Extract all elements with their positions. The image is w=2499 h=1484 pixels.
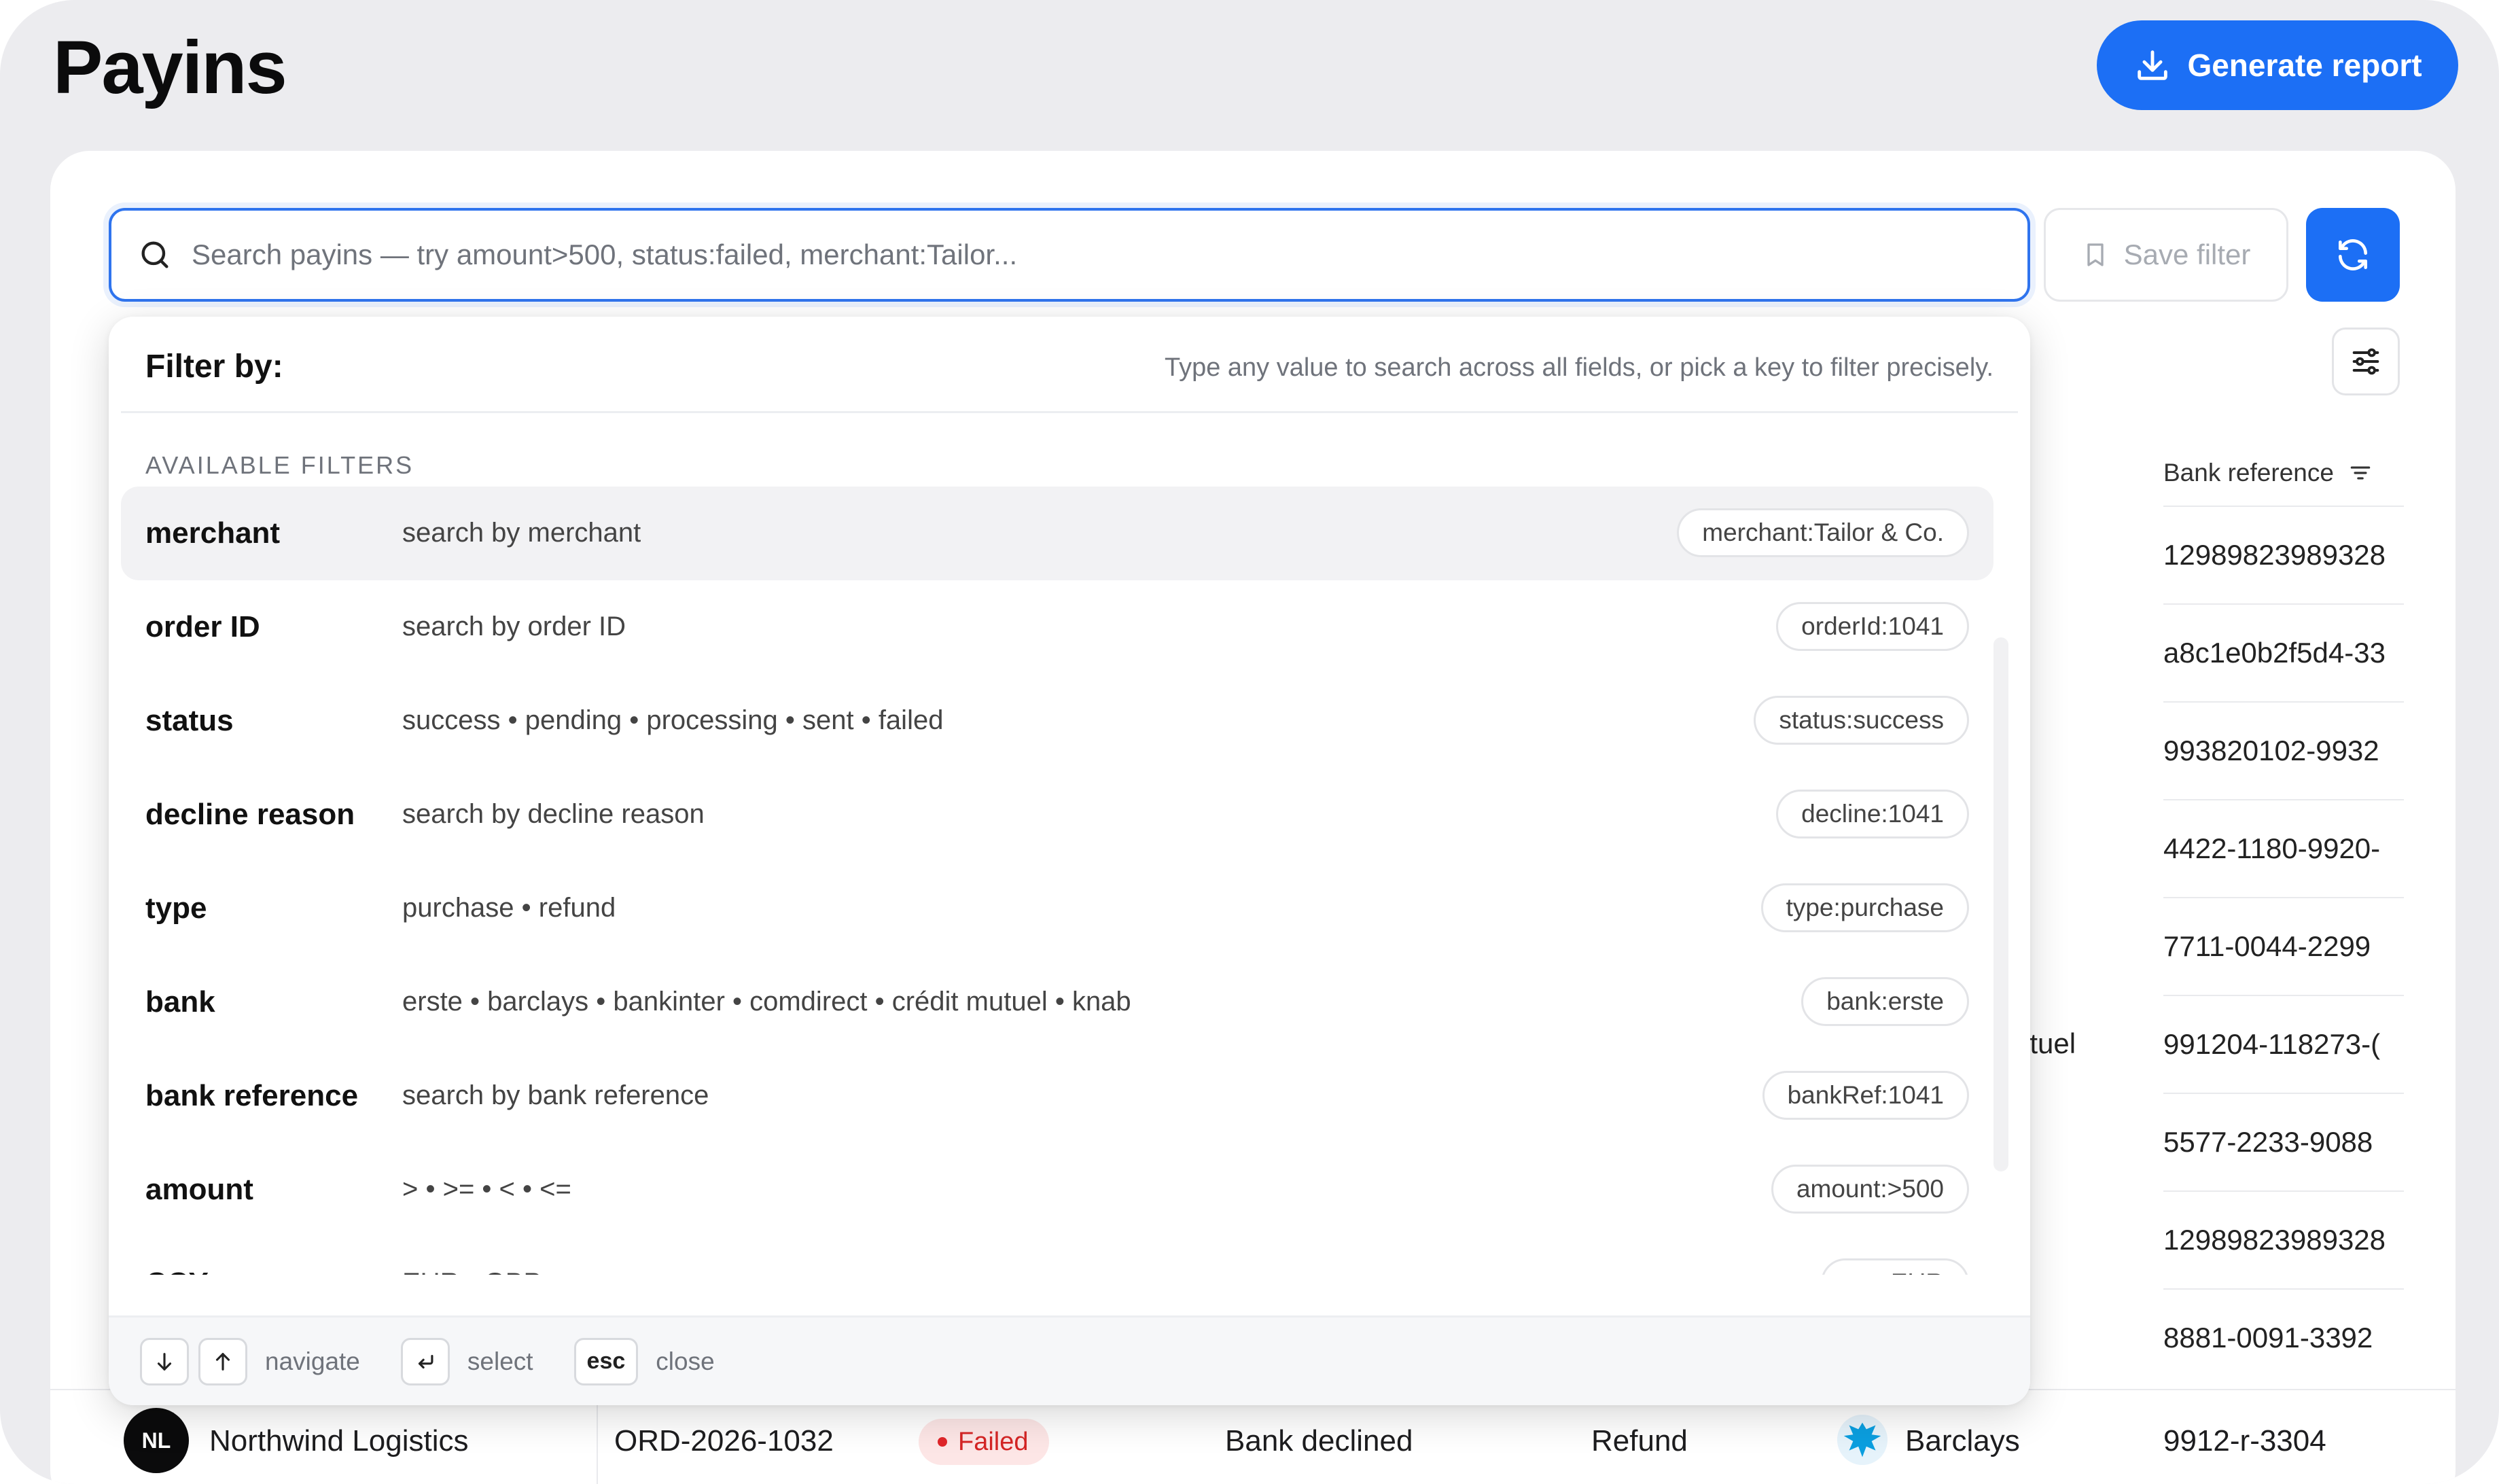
- filter-list: merchant search by merchant merchant:Tai…: [121, 487, 1993, 1275]
- search-box[interactable]: [109, 208, 2030, 302]
- filter-description: search by bank reference: [402, 1080, 709, 1110]
- filter-key: bank: [145, 985, 215, 1019]
- filter-key: type: [145, 891, 207, 925]
- filter-key: order ID: [145, 610, 260, 643]
- bank-reference-column: 12989823989328 a8c1e0b2f5d4-33 993820102…: [2163, 506, 2404, 1386]
- dropdown-title: Filter by:: [145, 349, 283, 385]
- filter-key: merchant: [145, 516, 281, 550]
- filter-option-amount[interactable]: amount > • >= • < • <= amount:>500: [121, 1143, 1993, 1237]
- filter-example-chip[interactable]: orderId:1041: [1776, 602, 1969, 651]
- avatar: NL: [124, 1408, 189, 1473]
- bank-reference-column-header[interactable]: Bank reference: [2163, 444, 2401, 501]
- filter-key: amount: [145, 1173, 253, 1206]
- filter-option-bank-reference[interactable]: bank reference search by bank reference …: [121, 1049, 1993, 1143]
- status-label: Failed: [958, 1427, 1029, 1456]
- refresh-button[interactable]: [2306, 208, 2400, 302]
- esc-key: esc: [573, 1337, 639, 1385]
- filter-example-chip[interactable]: decline:1041: [1776, 790, 1969, 838]
- payins-card: Save filter Bank reference 1298982398932…: [50, 151, 2456, 1484]
- generate-report-button[interactable]: Generate report: [2097, 20, 2458, 110]
- filter-option-order-id[interactable]: order ID search by order ID orderId:1041: [121, 580, 1993, 674]
- page-title: Payins: [53, 26, 287, 109]
- type-cell: Refund: [1591, 1424, 1688, 1458]
- column-settings-button[interactable]: [2332, 328, 2400, 395]
- save-filter-label: Save filter: [2123, 238, 2251, 270]
- order-id-cell: ORD-2026-1032: [614, 1424, 834, 1458]
- arrow-down-icon: [157, 1352, 172, 1371]
- filter-option-bank[interactable]: bank erste • barclays • bankinter • comd…: [121, 955, 1993, 1049]
- filter-example-chip[interactable]: merchant:Tailor & Co.: [1677, 508, 1969, 557]
- filter-description: erste • barclays • bankinter • comdirect…: [402, 987, 1131, 1017]
- table-cell: 993820102-9932: [2163, 701, 2404, 799]
- filter-example-chip[interactable]: bankRef:1041: [1762, 1071, 1969, 1120]
- filter-key: CCY: [145, 1267, 209, 1275]
- bookmark-icon: [2087, 243, 2104, 266]
- table-cell: 4422-1180-9920-: [2163, 799, 2404, 897]
- enter-icon: [418, 1354, 433, 1368]
- filter-key: bank reference: [145, 1079, 359, 1112]
- navigate-hint: navigate: [265, 1347, 360, 1375]
- filter-example-chip[interactable]: status:success: [1754, 696, 1969, 745]
- arrow-down-key: [140, 1337, 189, 1385]
- download-icon: [2138, 50, 2168, 80]
- filter-option-ccy[interactable]: CCY EUR • GBP ccy:EUR: [121, 1237, 1993, 1275]
- filter-description: > • >= • < • <=: [402, 1174, 571, 1204]
- filter-option-decline-reason[interactable]: decline reason search by decline reason …: [121, 768, 1993, 862]
- table-cell: 991204-118273-(: [2163, 995, 2404, 1093]
- arrow-up-key: [198, 1337, 247, 1385]
- table-cell: a8c1e0b2f5d4-33: [2163, 603, 2404, 701]
- table-cell: 8881-0091-3392: [2163, 1288, 2404, 1386]
- merchant-cell: Northwind Logistics: [209, 1424, 469, 1458]
- filter-key: status: [145, 704, 234, 737]
- filter-example-chip[interactable]: type:purchase: [1760, 883, 1969, 932]
- filter-example-chip[interactable]: ccy:EUR: [1821, 1258, 1969, 1275]
- filter-example-chip[interactable]: amount:>500: [1771, 1165, 1969, 1214]
- filter-description: search by decline reason: [402, 799, 705, 829]
- dropdown-scrollbar[interactable]: [1993, 637, 2008, 1171]
- barclays-eagle-icon: [1837, 1414, 1888, 1466]
- generate-report-label: Generate report: [2187, 48, 2422, 83]
- refresh-icon: [2339, 239, 2367, 270]
- filter-option-type[interactable]: type purchase • refund type:purchase: [121, 862, 1993, 955]
- bank-reference-header-label: Bank reference: [2163, 459, 2334, 487]
- search-input[interactable]: [192, 211, 2027, 299]
- section-label: AVAILABLE FILTERS: [145, 451, 414, 479]
- filter-option-status[interactable]: status success • pending • processing • …: [121, 674, 1993, 768]
- dropdown-hint: Type any value to search across all fiel…: [1164, 353, 1993, 382]
- select-hint: select: [467, 1347, 533, 1375]
- table-cell: 12989823989328: [2163, 506, 2404, 603]
- dropdown-header: Filter by: Type any value to search acro…: [121, 317, 2018, 413]
- filter-description: EUR • GBP: [402, 1268, 542, 1275]
- table-cell: 12989823989328: [2163, 1190, 2404, 1288]
- filter-description: success • pending • processing • sent • …: [402, 705, 944, 735]
- save-filter-button[interactable]: Save filter: [2044, 208, 2288, 302]
- arrow-up-icon: [215, 1352, 230, 1371]
- filter-description: purchase • refund: [402, 893, 616, 923]
- filter-lines-icon: [2350, 466, 2371, 480]
- filter-description: search by order ID: [402, 612, 626, 641]
- status-dot-icon: [938, 1437, 947, 1447]
- status-badge: Failed: [919, 1419, 1049, 1465]
- filter-dropdown: Filter by: Type any value to search acro…: [109, 317, 2030, 1405]
- filter-example-chip[interactable]: bank:erste: [1801, 977, 1969, 1026]
- app-window: Payins Generate report Save filter: [0, 0, 2499, 1484]
- bank-cell: Barclays: [1905, 1424, 2020, 1458]
- sliders-icon: [2352, 348, 2379, 375]
- enter-key: [400, 1337, 450, 1385]
- close-hint: close: [656, 1347, 715, 1375]
- filter-description: search by merchant: [402, 518, 641, 548]
- filter-option-merchant[interactable]: merchant search by merchant merchant:Tai…: [121, 487, 1993, 580]
- table-cell: 5577-2233-9088: [2163, 1093, 2404, 1190]
- keyboard-hints: navigate select esc close: [109, 1315, 2030, 1405]
- bank-reference-cell: 9912-r-3304: [2163, 1424, 2326, 1458]
- table-cell: 7711-0044-2299: [2163, 897, 2404, 995]
- search-icon: [141, 241, 169, 268]
- filter-key: decline reason: [145, 798, 355, 831]
- decline-reason-cell: Bank declined: [1225, 1424, 1413, 1458]
